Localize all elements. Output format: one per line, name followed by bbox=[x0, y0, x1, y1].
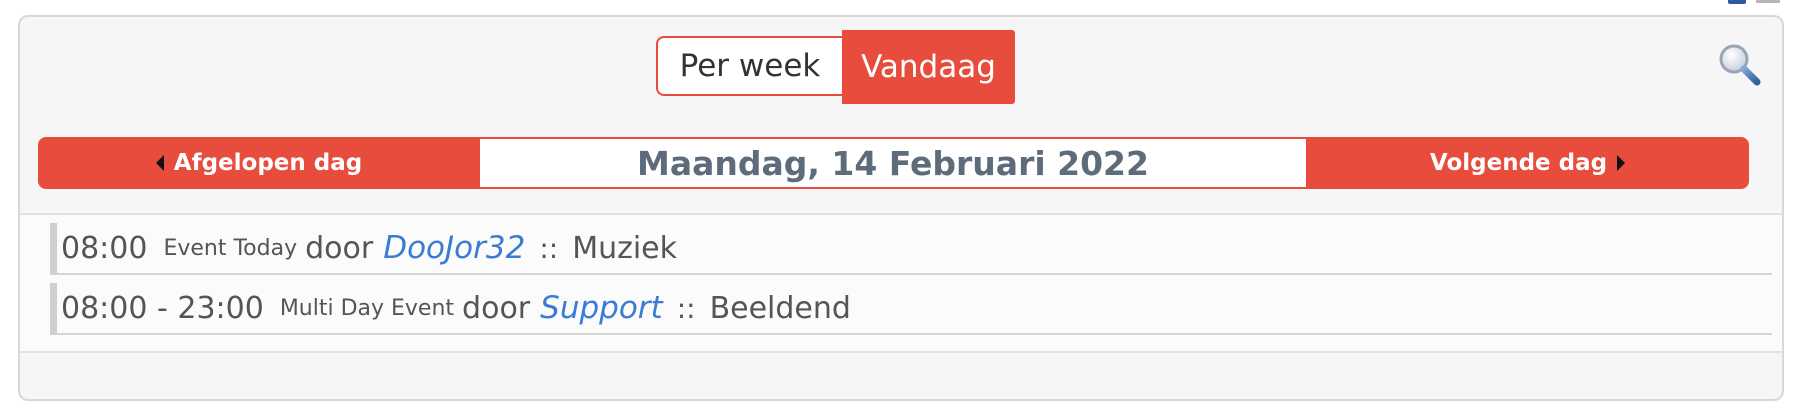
event-category: Muziek bbox=[572, 230, 678, 266]
today-button[interactable]: Vandaag bbox=[842, 30, 1015, 104]
view-toggle: Per week Vandaag bbox=[656, 30, 1015, 104]
top-toolbar-icons bbox=[1728, 0, 1780, 4]
event-list: 08:00 Event Today door DooJor32 :: Muzie… bbox=[20, 213, 1782, 353]
previous-day-label: Afgelopen dag bbox=[173, 150, 363, 176]
event-title: Event Today bbox=[163, 235, 298, 261]
event-author-link[interactable]: Support bbox=[540, 290, 663, 326]
caret-right-icon bbox=[1617, 155, 1626, 171]
event-by-label: door bbox=[305, 230, 374, 266]
event-title: Multi Day Event bbox=[279, 295, 455, 321]
event-category: Beeldend bbox=[709, 290, 851, 326]
event-separator: :: bbox=[676, 291, 696, 325]
caret-left-icon bbox=[155, 155, 164, 171]
current-date: Maandag, 14 Februari 2022 bbox=[480, 137, 1306, 189]
event-time: 08:00 bbox=[61, 230, 148, 266]
edit-icon[interactable] bbox=[1728, 0, 1746, 4]
calendar-panel: Per week Vandaag Afgelopen dag Maandag, … bbox=[18, 15, 1784, 401]
event-by-label: door bbox=[462, 290, 531, 326]
previous-day-button[interactable]: Afgelopen dag bbox=[38, 137, 480, 189]
event-time: 08:00 - 23:00 bbox=[61, 290, 264, 326]
event-row[interactable]: 08:00 Event Today door DooJor32 :: Muzie… bbox=[50, 223, 1772, 275]
next-day-label: Volgende dag bbox=[1429, 150, 1608, 176]
event-separator: :: bbox=[539, 231, 559, 265]
menu-icon[interactable] bbox=[1756, 0, 1780, 3]
event-author-link[interactable]: DooJor32 bbox=[383, 230, 525, 266]
event-row[interactable]: 08:00 - 23:00 Multi Day Event door Suppo… bbox=[50, 283, 1772, 335]
search-icon[interactable] bbox=[1716, 41, 1762, 87]
per-week-button[interactable]: Per week bbox=[656, 36, 842, 96]
day-navigation: Afgelopen dag Maandag, 14 Februari 2022 … bbox=[38, 137, 1749, 189]
next-day-button[interactable]: Volgende dag bbox=[1306, 137, 1749, 189]
